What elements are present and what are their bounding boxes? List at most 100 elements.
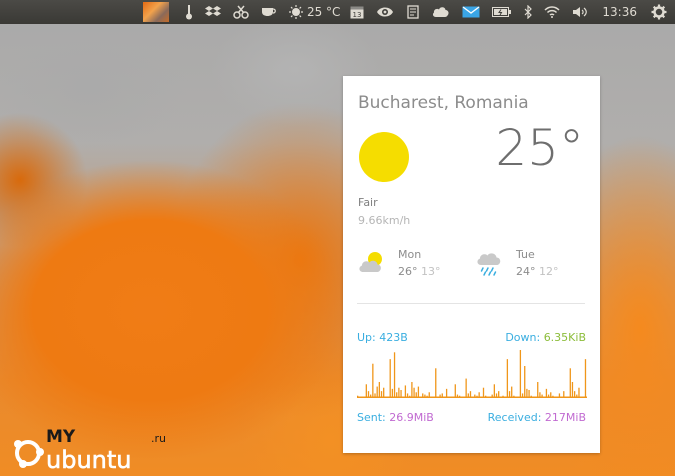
weather-sun-icon[interactable] xyxy=(288,0,303,24)
gear-icon[interactable] xyxy=(651,0,667,24)
received-value: 217MiB xyxy=(544,411,586,424)
panel-temperature[interactable]: 25 °C xyxy=(307,5,340,19)
graph-bar xyxy=(498,391,500,398)
forecast-high: 26° xyxy=(398,265,418,278)
graph-bar xyxy=(469,391,472,398)
graph-bar xyxy=(526,388,528,398)
total-received: Received: 217MiB xyxy=(488,411,586,424)
forecast-low: 13° xyxy=(421,265,441,278)
network-activity-graph xyxy=(357,350,587,398)
graph-bar xyxy=(380,391,383,398)
volume-icon[interactable] xyxy=(572,0,588,24)
down-label: Down: xyxy=(505,331,541,344)
calendar-icon[interactable]: 13 xyxy=(350,0,364,24)
graph-bar xyxy=(541,394,543,398)
graph-bar xyxy=(441,393,443,398)
upload-rate: Up: 423B xyxy=(357,331,408,344)
graph-bar xyxy=(573,391,576,398)
graph-bar xyxy=(411,382,413,398)
brand-top: MY xyxy=(46,428,76,447)
up-value: 423B xyxy=(379,331,408,344)
graph-bar xyxy=(467,393,469,398)
graph-bar xyxy=(393,352,396,398)
partly-cloudy-icon xyxy=(359,252,382,272)
mail-icon[interactable] xyxy=(462,0,480,24)
rain-icon xyxy=(477,253,501,276)
graph-bar xyxy=(537,382,539,398)
graph-bar xyxy=(415,392,417,398)
graph-bar xyxy=(370,394,372,398)
graph-bar xyxy=(439,394,441,398)
graph-bar xyxy=(413,387,415,398)
battery-icon[interactable] xyxy=(492,0,512,24)
graph-bar xyxy=(400,390,402,398)
graph-bar xyxy=(502,395,504,398)
graph-bar xyxy=(476,395,478,398)
graph-bar xyxy=(367,391,370,398)
graph-bar xyxy=(465,378,467,398)
graph-bar xyxy=(485,395,487,398)
sent-value: 26.9MiB xyxy=(389,411,434,424)
weather-widget: Bucharest, Romania 25° Fair 9.66km/h Mon… xyxy=(343,76,600,453)
brand-suffix: .ru xyxy=(151,432,166,445)
graph-bar xyxy=(365,384,367,398)
graph-bar xyxy=(508,391,511,398)
graph-bar xyxy=(578,387,580,398)
graph-bar xyxy=(404,385,407,398)
wallpaper-thumbnail[interactable] xyxy=(142,2,169,22)
thermometer-icon[interactable] xyxy=(185,0,193,24)
divider xyxy=(357,303,585,304)
graph-bar xyxy=(445,388,448,398)
sent-label: Sent: xyxy=(357,411,386,424)
graph-bar xyxy=(458,395,461,398)
current-temperature: 25° xyxy=(495,119,584,177)
graph-bar xyxy=(506,359,509,398)
graph-bar xyxy=(424,394,426,398)
graph-bar xyxy=(547,394,550,398)
graph-bar xyxy=(511,386,513,398)
graph-bar xyxy=(576,394,578,398)
sun-icon xyxy=(359,132,409,182)
graph-bar xyxy=(584,359,587,398)
graph-bar xyxy=(545,388,548,398)
graph-bar xyxy=(396,392,398,398)
graph-bar xyxy=(406,393,409,398)
graph-bar xyxy=(530,395,532,398)
received-label: Received: xyxy=(487,411,542,424)
brand-bottom: ubuntu xyxy=(46,446,132,474)
panel-clock[interactable]: 13:36 xyxy=(602,5,637,19)
clipboard-scissors-icon[interactable] xyxy=(233,0,249,24)
wifi-icon[interactable] xyxy=(544,0,560,24)
graph-bar xyxy=(528,390,530,398)
cup-icon[interactable] xyxy=(261,0,277,24)
dropbox-icon[interactable] xyxy=(204,0,221,24)
forecast-high: 24° xyxy=(516,265,536,278)
graph-bar xyxy=(391,388,394,398)
graph-bar xyxy=(409,395,411,398)
graph-bar xyxy=(524,366,526,398)
eye-icon[interactable] xyxy=(376,0,394,24)
cloud-icon[interactable] xyxy=(432,0,450,24)
graph-bar xyxy=(552,395,554,398)
svg-text:13: 13 xyxy=(353,11,362,19)
bluetooth-icon[interactable] xyxy=(524,0,533,24)
myubuntu-watermark: MY ubuntu .ru xyxy=(14,428,166,474)
up-label: Up: xyxy=(357,331,376,344)
graph-bar xyxy=(539,392,541,398)
graph-bar xyxy=(357,395,359,398)
notes-icon[interactable] xyxy=(406,0,420,24)
graph-bar xyxy=(478,392,480,398)
forecast-low: 12° xyxy=(539,265,559,278)
graph-bar xyxy=(519,350,522,398)
graph-bar xyxy=(422,393,424,398)
forecast-day-label: Tue xyxy=(516,248,535,261)
graph-bar xyxy=(398,387,400,398)
top-panel: 25 °C 13 13:36 xyxy=(0,0,675,24)
graph-bar xyxy=(378,382,380,398)
location-label: Bucharest, Romania xyxy=(358,93,529,113)
graph-bar xyxy=(513,395,515,398)
graph-bar xyxy=(558,393,561,398)
graph-bar xyxy=(454,384,456,398)
forecast-day-label: Mon xyxy=(398,248,422,261)
graph-bar xyxy=(383,387,385,398)
